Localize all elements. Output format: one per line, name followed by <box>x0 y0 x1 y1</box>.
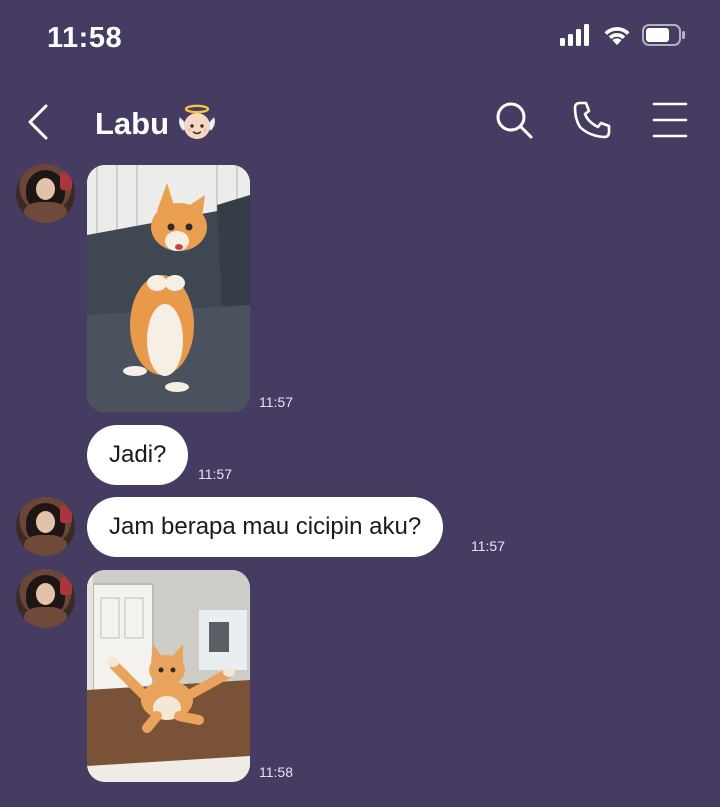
phone-icon <box>573 101 611 139</box>
status-icons <box>560 24 686 46</box>
signal-icon <box>560 24 592 46</box>
message-list[interactable]: 11:57 Jadi? 11:57 Jam berapa mau cicipin… <box>0 160 720 807</box>
header-actions <box>492 98 692 142</box>
contact-name: Labu <box>95 106 170 141</box>
menu-icon <box>652 102 688 138</box>
contact-avatar[interactable] <box>16 164 75 223</box>
image-message-table-cat[interactable] <box>87 570 250 782</box>
contact-avatar[interactable] <box>16 569 75 628</box>
standing-orange-cat-photo <box>87 165 250 412</box>
message-time: 11:57 <box>198 466 232 482</box>
search-button[interactable] <box>492 98 536 142</box>
contact-avatar[interactable] <box>16 497 75 556</box>
chevron-left-icon <box>28 104 48 140</box>
call-button[interactable] <box>570 98 614 142</box>
image-message-standing-cat[interactable] <box>87 165 250 412</box>
message-time: 11:57 <box>259 394 293 410</box>
search-icon <box>496 102 533 139</box>
text-message[interactable]: Jadi? <box>87 425 189 485</box>
baby-angel-emoji-icon <box>177 104 217 144</box>
battery-icon <box>642 24 686 46</box>
status-time: 11:58 <box>47 22 123 54</box>
wifi-icon <box>602 24 632 46</box>
message-time: 11:58 <box>259 764 293 780</box>
chat-header: Labu <box>0 88 720 156</box>
back-button[interactable] <box>22 100 58 144</box>
message-time: 11:57 <box>471 538 505 554</box>
menu-button[interactable] <box>648 98 692 142</box>
status-bar: 11:58 <box>0 0 720 80</box>
chat-title[interactable]: Labu <box>95 104 217 144</box>
sitting-orange-cat-on-table-photo <box>87 570 250 782</box>
text-message[interactable]: Jam berapa mau cicipin aku? <box>87 497 444 557</box>
